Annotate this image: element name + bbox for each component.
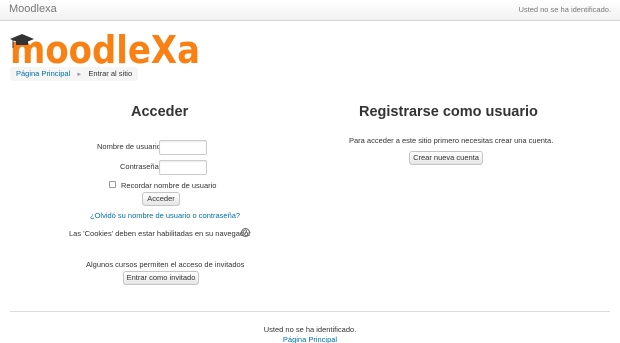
- footer-home-link[interactable]: Página Principal: [0, 335, 620, 343]
- breadcrumb-current: Entrar al sitio: [88, 69, 133, 78]
- site-brand[interactable]: Moodlexa: [9, 3, 57, 15]
- question-circle-icon[interactable]: ?: [241, 228, 250, 237]
- logo-text: moodleXa: [10, 28, 200, 68]
- create-account-button[interactable]: Crear nueva cuenta: [409, 151, 483, 165]
- register-title: Registrarse como usuario: [359, 104, 538, 120]
- footer-login-status: Usted no se ha identificado.: [263, 325, 357, 334]
- login-button[interactable]: Acceder: [142, 192, 180, 206]
- username-label: Nombre de usuario: [97, 142, 161, 151]
- remember-username-label: Recordar nombre de usuario: [121, 181, 217, 190]
- navbar: Moodlexa Usted no se ha identificado.: [0, 0, 620, 21]
- site-logo[interactable]: moodleXa: [10, 28, 210, 68]
- login-status: Usted no se ha identificado.: [518, 5, 611, 14]
- breadcrumb-separator-icon: ►: [76, 72, 83, 78]
- guest-access-notice: Algunos cursos permiten el acceso de inv…: [86, 260, 245, 269]
- remember-username-checkbox[interactable]: [109, 181, 116, 188]
- footer-divider: [10, 311, 610, 312]
- guest-login-button[interactable]: Entrar como invitado: [123, 271, 199, 285]
- username-input[interactable]: [159, 140, 207, 155]
- password-label: Contraseña: [120, 162, 159, 171]
- password-input[interactable]: [159, 160, 207, 175]
- breadcrumb: Página Principal ► Entrar al sitio: [10, 67, 139, 81]
- cookies-notice: Las 'Cookies' deben estar habilitadas en…: [69, 229, 251, 238]
- forgot-password-link[interactable]: ¿Olvidó su nombre de usuario o contraseñ…: [90, 211, 240, 220]
- login-title: Acceder: [131, 104, 189, 120]
- register-instructions: Para acceder a este sitio primero necesi…: [349, 136, 554, 145]
- breadcrumb-home-link[interactable]: Página Principal: [16, 69, 70, 78]
